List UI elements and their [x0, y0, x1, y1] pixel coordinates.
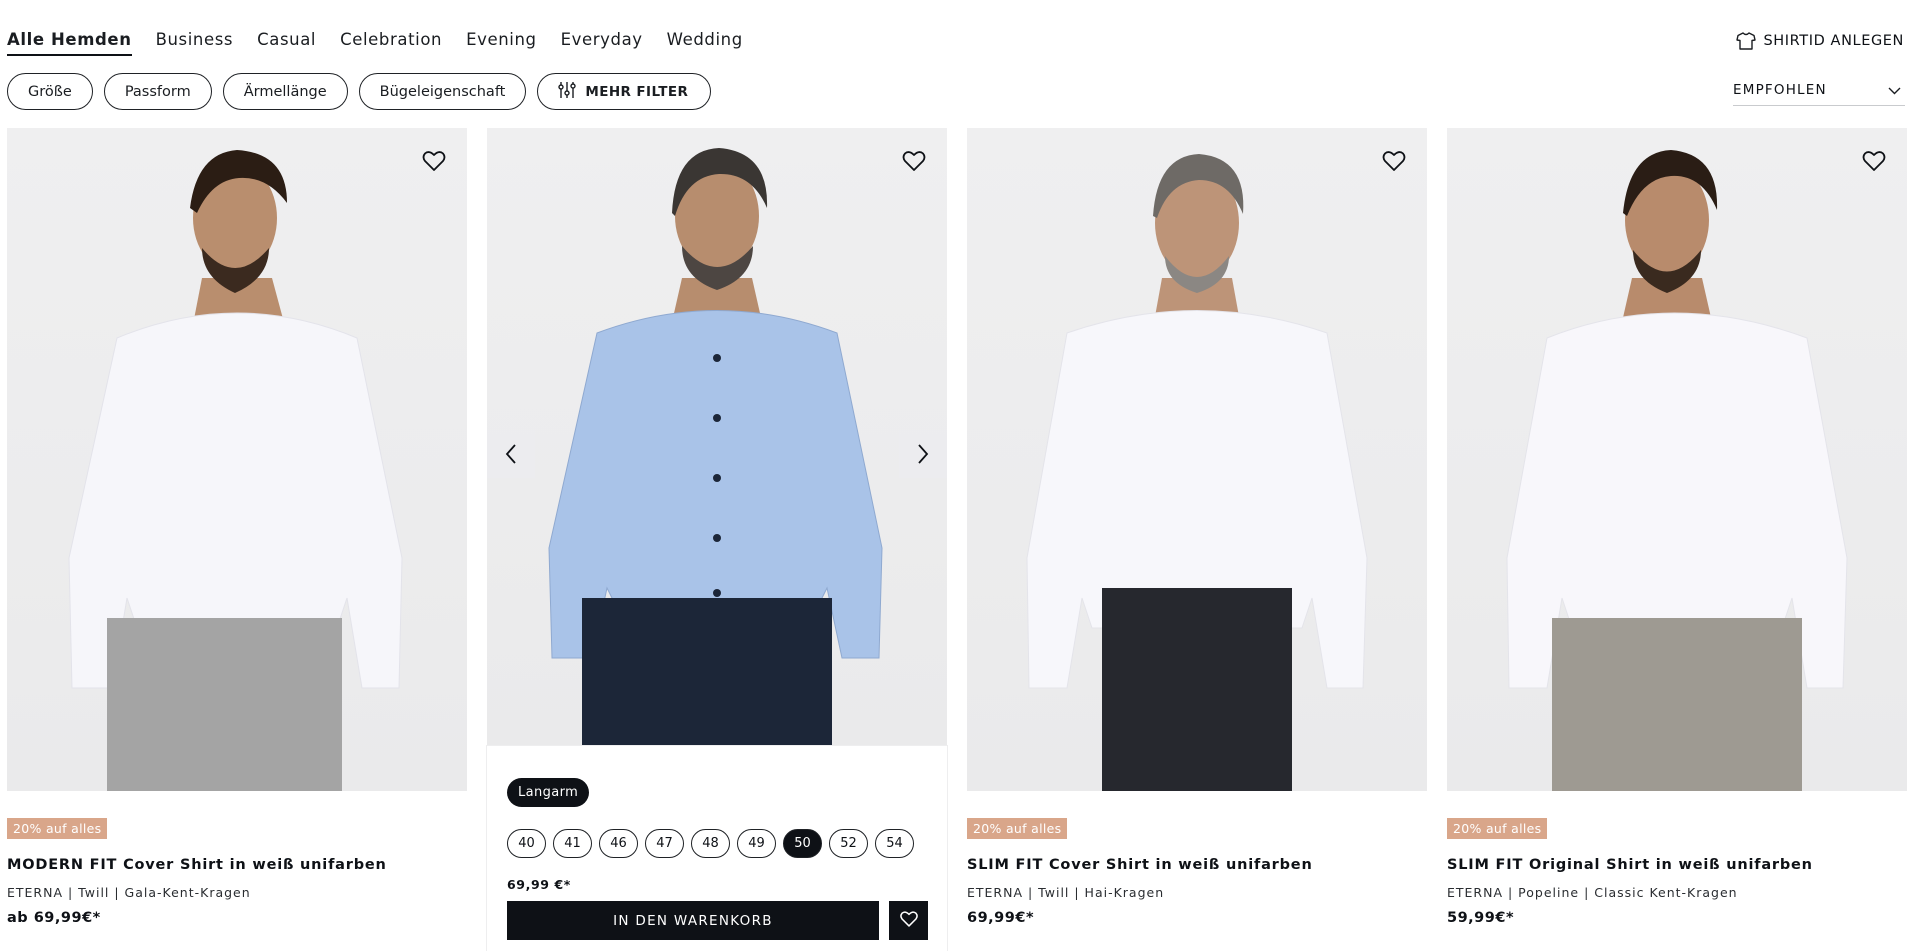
heart-icon[interactable] — [901, 148, 927, 174]
promo-badge: 20% auf alles — [7, 818, 108, 839]
tab-casual[interactable]: Casual — [257, 30, 316, 56]
filter-bar: Größe Passform Ärmellänge Bügeleigenscha… — [7, 73, 712, 110]
shirtid-label: SHIRTID ANLEGEN — [1763, 33, 1904, 49]
filter-fit-button[interactable]: Passform — [103, 73, 212, 110]
chevron-down-icon — [1888, 82, 1905, 99]
tab-celebration[interactable]: Celebration — [340, 30, 442, 56]
sort-label: EMPFOHLEN — [1733, 82, 1827, 98]
product-card[interactable]: Langarm 40 41 46 47 48 49 50 52 54 69,99… — [487, 128, 947, 951]
product-details: ETERNA | Twill | Hai-Kragen — [967, 885, 1165, 900]
more-filters-button[interactable]: MEHR FILTER — [537, 73, 712, 110]
product-title[interactable]: MODERN FIT Cover Shirt in weiß unifarben — [7, 857, 387, 873]
product-details: ETERNA | Twill | Gala-Kent-Kragen — [7, 885, 251, 900]
quick-buy-panel: Langarm 40 41 46 47 48 49 50 52 54 69,99… — [487, 746, 947, 951]
size-option[interactable]: 47 — [645, 829, 684, 858]
size-selector: 40 41 46 47 48 49 50 52 54 — [507, 829, 914, 858]
product-title[interactable]: SLIM FIT Cover Shirt in weiß unifarben — [967, 857, 1313, 873]
heart-icon — [899, 909, 919, 933]
sleeve-length-chip[interactable]: Langarm — [507, 778, 590, 807]
tab-alle-hemden[interactable]: Alle Hemden — [7, 30, 132, 56]
wishlist-button[interactable] — [889, 901, 928, 940]
heart-icon[interactable] — [421, 148, 447, 174]
chevron-left-icon[interactable] — [487, 430, 535, 478]
product-details: ETERNA | Popeline | Classic Kent-Kragen — [1447, 885, 1738, 900]
size-option-selected[interactable]: 50 — [783, 829, 822, 858]
heart-icon[interactable] — [1381, 148, 1407, 174]
size-option[interactable]: 48 — [691, 829, 730, 858]
category-tabs: Alle Hemden Business Casual Celebration … — [7, 30, 743, 56]
size-option[interactable]: 49 — [737, 829, 776, 858]
sliders-icon — [558, 81, 577, 103]
product-card[interactable]: 20% auf alles SLIM FIT Cover Shirt in we… — [967, 128, 1427, 951]
tab-everyday[interactable]: Everyday — [561, 30, 643, 56]
product-image[interactable] — [7, 128, 467, 791]
heart-icon[interactable] — [1861, 148, 1887, 174]
product-price: 69,99€* — [967, 910, 1035, 926]
product-image[interactable] — [487, 128, 947, 746]
product-price: 59,99€* — [1447, 910, 1515, 926]
size-option[interactable]: 52 — [829, 829, 868, 858]
promo-badge: 20% auf alles — [1447, 818, 1548, 839]
filter-size-button[interactable]: Größe — [7, 73, 93, 110]
product-image[interactable] — [967, 128, 1427, 791]
tab-business[interactable]: Business — [156, 30, 234, 56]
size-option[interactable]: 46 — [599, 829, 638, 858]
sort-select[interactable]: EMPFOHLEN — [1733, 82, 1905, 106]
filter-ironing-button[interactable]: Bügeleigenschaft — [358, 73, 527, 110]
tab-wedding[interactable]: Wedding — [667, 30, 743, 56]
add-to-cart-button[interactable]: IN DEN WARENKORB — [507, 901, 879, 940]
shirt-icon — [1736, 32, 1757, 50]
promo-badge: 20% auf alles — [967, 818, 1068, 839]
product-price: ab 69,99€* — [7, 910, 101, 926]
product-price: 69,99 €* — [507, 877, 571, 892]
product-image[interactable] — [1447, 128, 1907, 791]
size-option[interactable]: 54 — [875, 829, 914, 858]
more-filters-label: MEHR FILTER — [585, 83, 689, 100]
tab-evening[interactable]: Evening — [466, 30, 537, 56]
size-option[interactable]: 41 — [553, 829, 592, 858]
product-card[interactable]: 20% auf alles MODERN FIT Cover Shirt in … — [7, 128, 467, 951]
product-card[interactable]: 20% auf alles SLIM FIT Original Shirt in… — [1447, 128, 1907, 951]
chevron-right-icon[interactable] — [899, 430, 947, 478]
filter-sleeve-button[interactable]: Ärmellänge — [222, 73, 348, 110]
size-option[interactable]: 40 — [507, 829, 546, 858]
product-title[interactable]: SLIM FIT Original Shirt in weiß unifarbe… — [1447, 857, 1813, 873]
shirtid-button[interactable]: SHIRTID ANLEGEN — [1736, 32, 1904, 50]
